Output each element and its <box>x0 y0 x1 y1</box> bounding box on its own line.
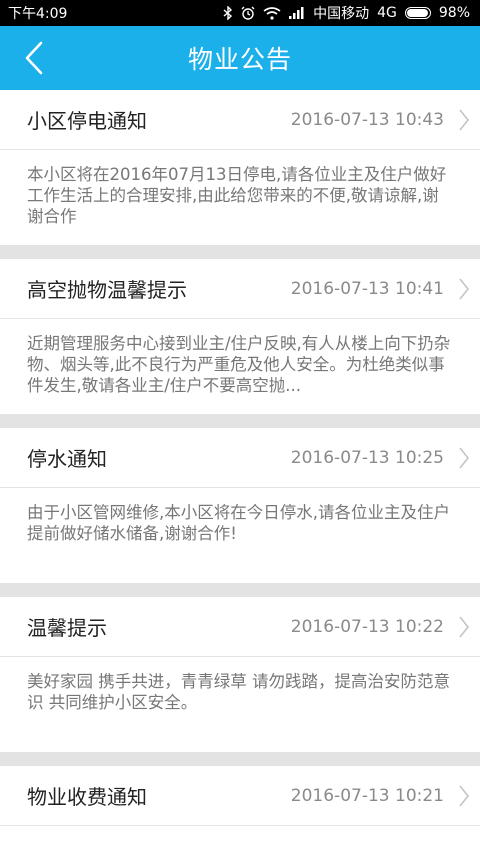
divider <box>0 414 480 428</box>
notice-title: 物业收费通知 <box>27 785 147 809</box>
battery-icon <box>404 7 431 19</box>
chevron-right-icon <box>458 108 470 132</box>
wifi-icon <box>263 6 281 20</box>
status-bar: 下午4:09 中国移动 4G 98% <box>0 0 480 26</box>
back-button[interactable] <box>16 40 52 76</box>
notice-date: 2016-07-13 10:21 <box>290 785 444 806</box>
notice-summary: 美好家园 携手共进，青青绿草 请勿践踏，提高治安防范意识 共同维护小区安全。 <box>27 672 450 712</box>
notice-item[interactable]: 停水通知 2016-07-13 10:25 由于小区管网维修,本小区将在今日停水… <box>0 428 480 583</box>
status-indicators: 中国移动 4G 98% <box>223 3 470 23</box>
notice-date: 2016-07-13 10:41 <box>290 278 444 299</box>
notice-title: 停水通知 <box>27 447 107 471</box>
chevron-right-icon <box>458 446 470 470</box>
battery-percent: 98% <box>438 5 470 21</box>
notice-title: 温馨提示 <box>27 616 107 640</box>
notice-header[interactable]: 高空抛物温馨提示 2016-07-13 10:41 <box>0 259 480 319</box>
bluetooth-icon <box>223 6 233 20</box>
chevron-right-icon <box>458 615 470 639</box>
notice-title: 小区停电通知 <box>27 109 147 133</box>
notice-header[interactable]: 物业收费通知 2016-07-13 10:21 <box>0 766 480 826</box>
signal-icon <box>289 7 305 19</box>
carrier-name: 中国移动 <box>313 6 370 22</box>
divider <box>0 583 480 597</box>
notice-date: 2016-07-13 10:25 <box>290 447 444 468</box>
notice-header[interactable]: 温馨提示 2016-07-13 10:22 <box>0 597 480 657</box>
notice-summary: 由于小区管网维修,本小区将在今日停水,请各位业主及住户提前做好储水储备,谢谢合作… <box>27 503 450 543</box>
notice-date: 2016-07-13 10:43 <box>290 109 444 130</box>
app-header: 物业公告 <box>0 26 480 90</box>
notice-title: 高空抛物温馨提示 <box>27 278 187 302</box>
alarm-clock-icon <box>241 6 255 20</box>
status-time: 下午4:09 <box>8 6 68 22</box>
divider <box>0 245 480 259</box>
notice-item[interactable]: 小区停电通知 2016-07-13 10:43 本小区将在2016年07月13日… <box>0 90 480 245</box>
notice-summary: 近期管理服务中心接到业主/住户反映,有人从楼上向下扔杂物、烟头等,此不良行为严重… <box>27 334 451 395</box>
notice-header[interactable]: 停水通知 2016-07-13 10:25 <box>0 428 480 488</box>
divider <box>0 752 480 766</box>
chevron-right-icon <box>458 784 470 808</box>
network-type: 4G <box>377 5 397 21</box>
notice-item[interactable]: 高空抛物温馨提示 2016-07-13 10:41 近期管理服务中心接到业主/住… <box>0 259 480 414</box>
chevron-left-icon <box>25 41 43 75</box>
notice-list: 小区停电通知 2016-07-13 10:43 本小区将在2016年07月13日… <box>0 90 480 826</box>
notice-date: 2016-07-13 10:22 <box>290 616 444 637</box>
chevron-right-icon <box>458 277 470 301</box>
notice-summary: 本小区将在2016年07月13日停电,请各位业主及住户做好工作生活上的合理安排,… <box>27 165 447 226</box>
notice-item[interactable]: 温馨提示 2016-07-13 10:22 美好家园 携手共进，青青绿草 请勿践… <box>0 597 480 752</box>
page-title: 物业公告 <box>187 45 292 74</box>
notice-item[interactable]: 物业收费通知 2016-07-13 10:21 <box>0 766 480 826</box>
notice-header[interactable]: 小区停电通知 2016-07-13 10:43 <box>0 90 480 150</box>
